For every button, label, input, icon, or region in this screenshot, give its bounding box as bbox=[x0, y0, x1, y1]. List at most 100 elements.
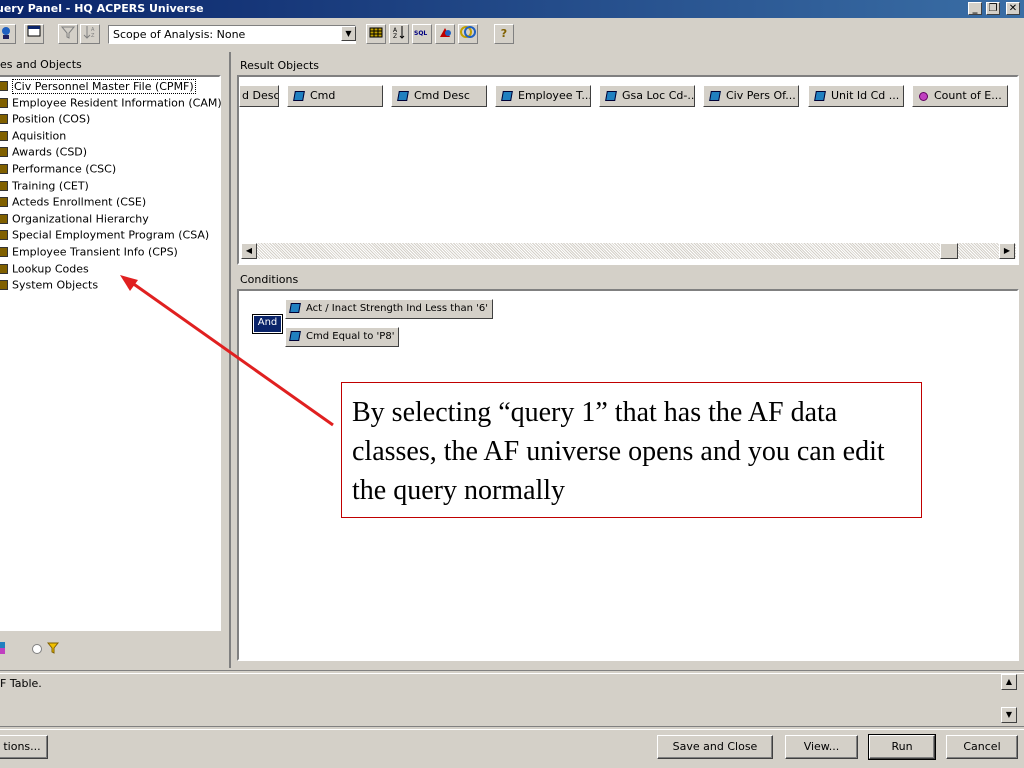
sql-icon[interactable]: SQL bbox=[412, 24, 432, 44]
class-folder-icon bbox=[0, 130, 8, 141]
scope-of-analysis-select[interactable]: Scope of Analysis: None bbox=[108, 25, 356, 44]
tree-class-item[interactable]: Position (COS) bbox=[0, 112, 90, 127]
condition-label: Cmd Equal to 'P8' bbox=[306, 331, 395, 342]
condition-label: Act / Inact Strength Ind Less than '6' bbox=[306, 303, 488, 314]
scope-value: Scope of Analysis: None bbox=[113, 28, 246, 41]
help-icon[interactable]: ? bbox=[494, 24, 514, 44]
scroll-thumb[interactable] bbox=[940, 243, 958, 259]
filter-icon[interactable] bbox=[46, 642, 60, 657]
tree-class-label: Organizational Hierarchy bbox=[12, 212, 149, 226]
tree-class-item[interactable]: Awards (CSD) bbox=[0, 145, 87, 160]
close-button[interactable]: ✕ bbox=[1006, 2, 1020, 15]
cancel-button[interactable]: Cancel bbox=[946, 735, 1018, 759]
combine-queries-icon[interactable] bbox=[458, 24, 478, 44]
tree-class-item[interactable]: System Objects bbox=[0, 278, 98, 293]
tree-class-item[interactable]: Organizational Hierarchy bbox=[0, 212, 149, 227]
object-view-icon[interactable] bbox=[0, 641, 7, 655]
tree-class-label: Position (COS) bbox=[12, 112, 91, 126]
svg-text:SQL: SQL bbox=[414, 30, 427, 37]
result-object[interactable]: Cmd Desc bbox=[391, 85, 487, 107]
window-title: uery Panel - HQ ACPERS Universe bbox=[0, 2, 204, 15]
classes-tree: Civ Personnel Master File (CPMF) Employee… bbox=[0, 75, 222, 631]
dimension-icon bbox=[501, 91, 513, 101]
tree-class-item[interactable]: Special Employment Program (CSA) bbox=[0, 228, 209, 243]
svg-text:Z: Z bbox=[91, 33, 95, 39]
filter-icon[interactable] bbox=[58, 24, 78, 44]
view-button[interactable]: View... bbox=[785, 735, 858, 759]
sort-ascending-icon[interactable]: AZ bbox=[389, 24, 409, 44]
tree-class-label: Lookup Codes bbox=[12, 262, 89, 276]
tree-class-item[interactable]: Aquisition bbox=[0, 129, 66, 144]
result-object-label: Cmd bbox=[310, 89, 336, 102]
class-folder-icon bbox=[0, 213, 8, 224]
class-folder-icon bbox=[0, 81, 8, 91]
dimension-icon bbox=[293, 91, 305, 101]
options-button[interactable]: tions... bbox=[0, 735, 48, 759]
sort-icon[interactable]: AZ bbox=[80, 24, 100, 44]
tree-class-item[interactable]: Acteds Enrollment (CSE) bbox=[0, 195, 146, 210]
tree-class-item[interactable]: Training (CET) bbox=[0, 179, 89, 194]
minimize-button[interactable]: _ bbox=[968, 2, 982, 15]
condition-item[interactable]: Cmd Equal to 'P8' bbox=[285, 327, 400, 347]
table-icon[interactable] bbox=[366, 24, 386, 44]
save-and-close-button[interactable]: Save and Close bbox=[657, 735, 773, 759]
tree-class-item[interactable]: Employee Resident Information (CAM) bbox=[0, 96, 222, 111]
tree-class-label: Employee Transient Info (CPS) bbox=[12, 245, 178, 259]
tree-class-item[interactable]: Civ Personnel Master File (CPMF) bbox=[0, 78, 196, 94]
chevron-down-icon[interactable]: ▼ bbox=[341, 26, 356, 41]
result-object-label: Gsa Loc Cd-... bbox=[622, 89, 695, 102]
tree-class-label: Acteds Enrollment (CSE) bbox=[12, 195, 147, 209]
result-object[interactable]: Gsa Loc Cd-... bbox=[599, 85, 695, 107]
class-folder-icon bbox=[0, 97, 8, 108]
result-objects-title: Result Objects bbox=[240, 59, 320, 72]
class-folder-icon bbox=[0, 164, 8, 174]
result-object-label: Employee T... bbox=[518, 89, 591, 102]
result-object-label: d Desc bbox=[242, 89, 279, 102]
class-folder-icon bbox=[0, 280, 8, 291]
run-button[interactable]: Run bbox=[868, 734, 936, 760]
scroll-down-icon[interactable]: ▼ bbox=[1001, 707, 1017, 723]
result-object[interactable]: Count of E... bbox=[912, 85, 1008, 107]
dimension-icon bbox=[397, 91, 409, 101]
class-folder-icon bbox=[0, 247, 8, 257]
maximize-button[interactable]: ❐ bbox=[986, 2, 1000, 15]
tree-class-label: System Objects bbox=[12, 278, 99, 292]
dimension-icon bbox=[289, 303, 301, 313]
result-object[interactable]: Employee T... bbox=[495, 85, 591, 107]
result-object-label: Civ Pers Of... bbox=[726, 89, 796, 102]
result-object[interactable]: Cmd bbox=[287, 85, 383, 107]
result-object[interactable]: Unit Id Cd ... bbox=[808, 85, 904, 107]
tree-class-label: Aquisition bbox=[12, 129, 67, 143]
scroll-right-icon[interactable]: ▶ bbox=[999, 243, 1015, 259]
filter-radio[interactable] bbox=[32, 644, 42, 654]
annotation-callout: By selecting “query 1” that has the AF d… bbox=[341, 382, 922, 518]
horizontal-scrollbar[interactable] bbox=[241, 243, 1016, 259]
tree-class-item[interactable]: Employee Transient Info (CPS) bbox=[0, 245, 178, 260]
dimension-icon bbox=[814, 91, 826, 101]
tree-class-label: Awards (CSD) bbox=[12, 145, 88, 159]
status-text: F Table. bbox=[0, 677, 42, 690]
dimension-icon bbox=[709, 91, 721, 101]
dimension-icon bbox=[289, 331, 301, 341]
classes-objects-icon[interactable] bbox=[0, 24, 16, 44]
tree-class-label: Training (CET) bbox=[12, 179, 89, 193]
window-view-icon[interactable] bbox=[24, 24, 44, 44]
tree-class-item[interactable]: Lookup Codes bbox=[0, 262, 89, 277]
svg-text:Z: Z bbox=[393, 33, 397, 39]
splitter[interactable] bbox=[229, 52, 231, 668]
result-object[interactable]: Civ Pers Of... bbox=[703, 85, 799, 107]
result-object[interactable]: d Desc bbox=[239, 85, 279, 107]
separator bbox=[0, 726, 1024, 730]
class-folder-icon bbox=[0, 197, 8, 208]
class-folder-icon bbox=[0, 180, 8, 191]
class-folder-icon bbox=[0, 114, 8, 125]
title-bar: uery Panel - HQ ACPERS Universe _ ❐ ✕ bbox=[0, 0, 1024, 18]
tree-class-item[interactable]: Performance (CSC) bbox=[0, 162, 116, 177]
scroll-up-icon[interactable]: ▲ bbox=[1001, 674, 1017, 690]
result-object-label: Cmd Desc bbox=[414, 89, 470, 102]
scroll-left-icon[interactable]: ◀ bbox=[241, 243, 257, 259]
class-folder-icon bbox=[0, 147, 8, 158]
user-object-icon[interactable] bbox=[435, 24, 455, 44]
condition-item[interactable]: Act / Inact Strength Ind Less than '6' bbox=[285, 299, 493, 319]
and-operator[interactable]: And bbox=[252, 314, 283, 334]
